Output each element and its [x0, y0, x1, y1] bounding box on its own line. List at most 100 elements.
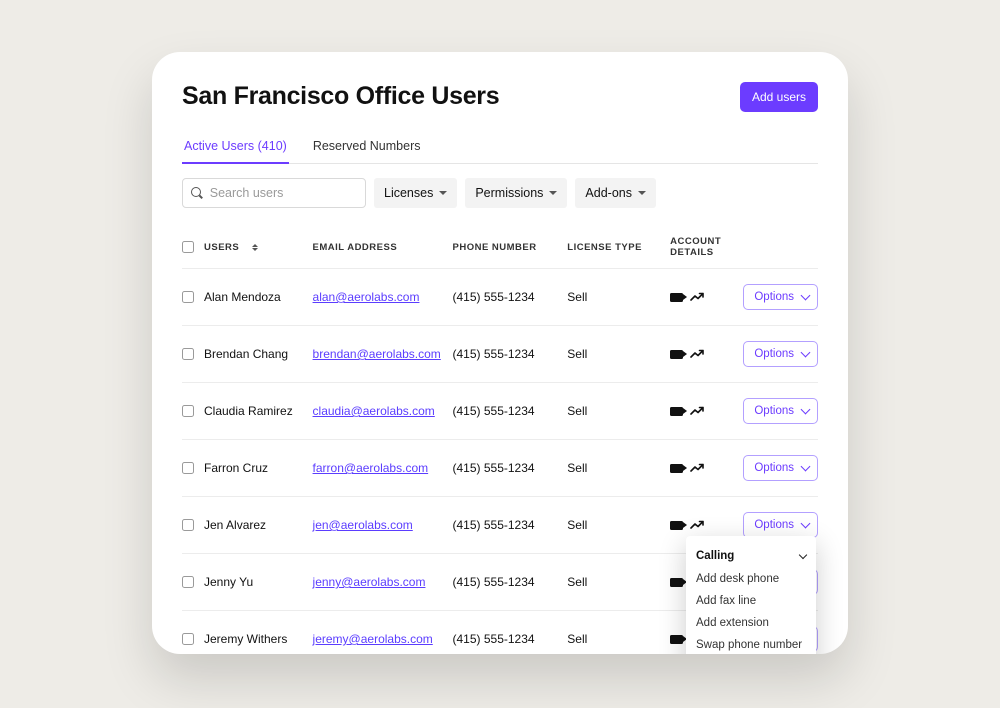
row-checkbox[interactable]: [182, 462, 194, 474]
row-checkbox[interactable]: [182, 576, 194, 588]
menu-item-add-desk-phone[interactable]: Add desk phone: [686, 568, 816, 590]
video-icon: [670, 521, 683, 530]
video-icon: [670, 635, 683, 644]
user-email[interactable]: jenny@aerolabs.com: [313, 575, 426, 589]
col-license-label: License Type: [567, 236, 670, 269]
user-phone: (415) 555-1234: [453, 383, 568, 440]
user-license: Sell: [567, 383, 670, 440]
options-button-label: Options: [754, 348, 794, 360]
trend-icon: [690, 349, 704, 359]
sort-icon[interactable]: [252, 244, 258, 251]
table-row: Alan Mendoza alan@aerolabs.com (415) 555…: [182, 269, 818, 326]
user-name: Jen Alvarez: [204, 518, 266, 532]
user-license: Sell: [567, 269, 670, 326]
chevron-down-icon: [801, 348, 811, 358]
options-button[interactable]: Options: [743, 455, 818, 481]
trend-icon: [690, 463, 704, 473]
options-dropdown: Calling Add desk phone Add fax line Add …: [686, 536, 816, 654]
col-email-label: Email Address: [313, 236, 453, 269]
col-phone-label: Phone Number: [453, 236, 568, 269]
user-license: Sell: [567, 611, 670, 655]
user-email[interactable]: jeremy@aerolabs.com: [313, 632, 433, 646]
user-name: Jeremy Withers: [204, 632, 287, 646]
caret-down-icon: [439, 191, 447, 195]
user-email[interactable]: brendan@aerolabs.com: [313, 347, 441, 361]
user-name: Brendan Chang: [204, 347, 288, 361]
add-users-button[interactable]: Add users: [740, 82, 818, 112]
row-checkbox[interactable]: [182, 348, 194, 360]
tab-reserved-numbers[interactable]: Reserved Numbers: [311, 133, 423, 163]
users-card: San Francisco Office Users Add users Act…: [152, 52, 848, 654]
menu-section-calling[interactable]: Calling: [686, 544, 816, 568]
user-phone: (415) 555-1234: [453, 326, 568, 383]
trend-icon: [690, 406, 704, 416]
video-icon: [670, 407, 683, 416]
user-phone: (415) 555-1234: [453, 269, 568, 326]
chevron-down-icon: [799, 550, 807, 558]
select-all-checkbox[interactable]: [182, 241, 194, 253]
user-license: Sell: [567, 440, 670, 497]
user-name: Farron Cruz: [204, 461, 268, 475]
toolbar: Licenses Permissions Add-ons: [182, 178, 818, 208]
user-license: Sell: [567, 554, 670, 611]
filter-addons[interactable]: Add-ons: [575, 178, 656, 208]
options-button-label: Options: [754, 519, 794, 531]
options-button[interactable]: Options: [743, 284, 818, 310]
filter-licenses[interactable]: Licenses: [374, 178, 457, 208]
menu-item-add-extension[interactable]: Add extension: [686, 612, 816, 634]
row-checkbox[interactable]: [182, 519, 194, 531]
options-button[interactable]: Options: [743, 398, 818, 424]
row-checkbox[interactable]: [182, 405, 194, 417]
table-row: Farron Cruz farron@aerolabs.com (415) 55…: [182, 440, 818, 497]
user-email[interactable]: claudia@aerolabs.com: [313, 404, 435, 418]
trend-icon: [690, 292, 704, 302]
user-license: Sell: [567, 497, 670, 554]
page-title: San Francisco Office Users: [182, 82, 499, 111]
options-button[interactable]: Options: [743, 512, 818, 538]
row-checkbox[interactable]: [182, 633, 194, 645]
user-phone: (415) 555-1234: [453, 554, 568, 611]
video-icon: [670, 350, 683, 359]
user-phone: (415) 555-1234: [453, 440, 568, 497]
chevron-down-icon: [801, 462, 811, 472]
user-email[interactable]: alan@aerolabs.com: [313, 290, 420, 304]
chevron-down-icon: [801, 291, 811, 301]
filter-licenses-label: Licenses: [384, 186, 433, 200]
options-button-label: Options: [754, 405, 794, 417]
tabs: Active Users (410) Reserved Numbers: [182, 133, 818, 164]
user-name: Alan Mendoza: [204, 290, 281, 304]
filter-addons-label: Add-ons: [585, 186, 632, 200]
menu-item-swap-phone-number[interactable]: Swap phone number: [686, 634, 816, 654]
table-row: Claudia Ramirez claudia@aerolabs.com (41…: [182, 383, 818, 440]
caret-down-icon: [638, 191, 646, 195]
col-users-label: Users: [204, 242, 239, 253]
menu-section-calling-label: Calling: [696, 550, 734, 562]
search-input[interactable]: [208, 185, 357, 201]
user-email[interactable]: jen@aerolabs.com: [313, 518, 413, 532]
row-checkbox[interactable]: [182, 291, 194, 303]
video-icon: [670, 464, 683, 473]
options-button[interactable]: Options: [743, 341, 818, 367]
filter-permissions[interactable]: Permissions: [465, 178, 567, 208]
search-box[interactable]: [182, 178, 366, 208]
col-account-label: Account Details: [670, 236, 743, 269]
tab-active-users[interactable]: Active Users (410): [182, 133, 289, 164]
table-row: Brendan Chang brendan@aerolabs.com (415)…: [182, 326, 818, 383]
menu-item-add-fax-line[interactable]: Add fax line: [686, 590, 816, 612]
user-license: Sell: [567, 326, 670, 383]
user-phone: (415) 555-1234: [453, 611, 568, 655]
options-button-label: Options: [754, 462, 794, 474]
video-icon: [670, 293, 683, 302]
caret-down-icon: [549, 191, 557, 195]
trend-icon: [690, 520, 704, 530]
filter-permissions-label: Permissions: [475, 186, 543, 200]
chevron-down-icon: [801, 519, 811, 529]
user-name: Claudia Ramirez: [204, 404, 293, 418]
options-button-label: Options: [754, 291, 794, 303]
user-phone: (415) 555-1234: [453, 497, 568, 554]
search-icon: [191, 187, 202, 199]
chevron-down-icon: [801, 405, 811, 415]
user-email[interactable]: farron@aerolabs.com: [313, 461, 429, 475]
video-icon: [670, 578, 683, 587]
user-name: Jenny Yu: [204, 575, 253, 589]
